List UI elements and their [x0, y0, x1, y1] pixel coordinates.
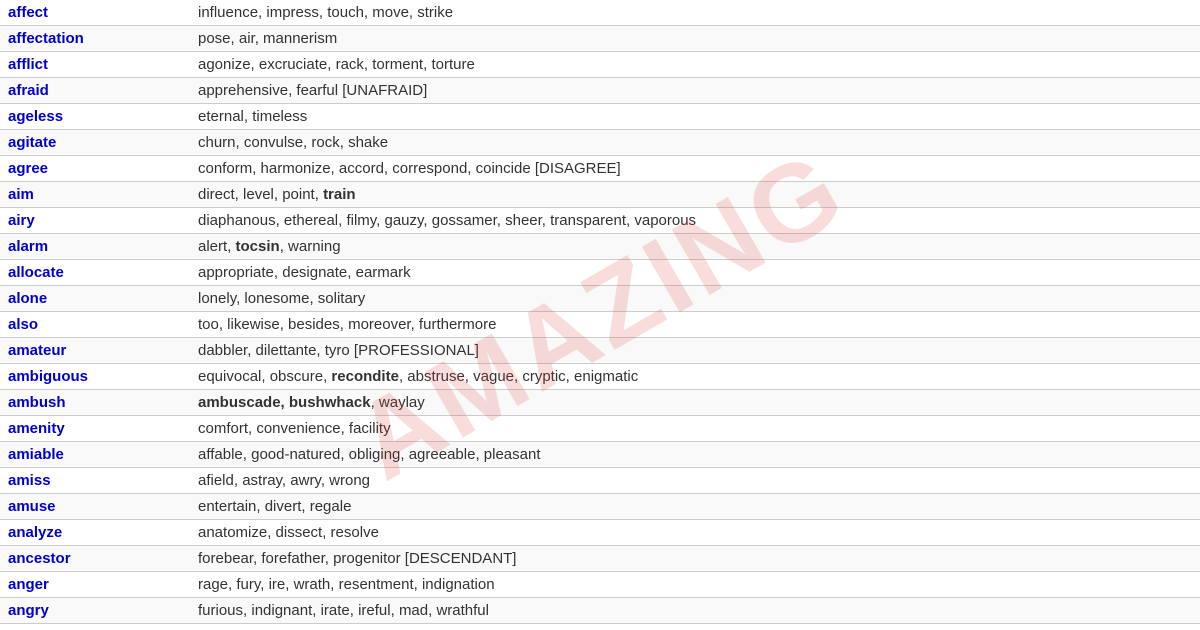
synonyms-cell: diaphanous, ethereal, filmy, gauzy, goss… — [190, 208, 1200, 234]
word-cell: aim — [0, 182, 190, 208]
synonyms-cell: agonize, excruciate, rack, torment, tort… — [190, 52, 1200, 78]
word-cell: analyze — [0, 520, 190, 546]
synonyms-cell: entertain, divert, regale — [190, 494, 1200, 520]
word-cell: anger — [0, 572, 190, 598]
word-cell: agitate — [0, 130, 190, 156]
word-cell: affectation — [0, 26, 190, 52]
table-row: airydiaphanous, ethereal, filmy, gauzy, … — [0, 208, 1200, 234]
synonyms-cell: lonely, lonesome, solitary — [190, 286, 1200, 312]
table-row: angryfurious, indignant, irate, ireful, … — [0, 598, 1200, 624]
table-row: alsotoo, likewise, besides, moreover, fu… — [0, 312, 1200, 338]
word-cell: alone — [0, 286, 190, 312]
table-row: alonelonely, lonesome, solitary — [0, 286, 1200, 312]
word-cell: angry — [0, 598, 190, 624]
table-row: agitatechurn, convulse, rock, shake — [0, 130, 1200, 156]
table-row: agelesseternal, timeless — [0, 104, 1200, 130]
synonyms-cell: afield, astray, awry, wrong — [190, 468, 1200, 494]
synonyms-cell: pose, air, mannerism — [190, 26, 1200, 52]
synonyms-cell: conform, harmonize, accord, correspond, … — [190, 156, 1200, 182]
word-cell: amiss — [0, 468, 190, 494]
table-row: amateurdabbler, dilettante, tyro [PROFES… — [0, 338, 1200, 364]
table-row: amenitycomfort, convenience, facility — [0, 416, 1200, 442]
word-cell: afraid — [0, 78, 190, 104]
word-cell: ambiguous — [0, 364, 190, 390]
thesaurus-table: affectinfluence, impress, touch, move, s… — [0, 0, 1200, 630]
table-row: announceadvertise, broadcast, declar, pr… — [0, 624, 1200, 630]
word-cell: allocate — [0, 260, 190, 286]
synonyms-cell: rage, fury, ire, wrath, resentment, indi… — [190, 572, 1200, 598]
table-row: alarmalert, tocsin, warning — [0, 234, 1200, 260]
synonyms-cell: direct, level, point, train — [190, 182, 1200, 208]
word-cell: ageless — [0, 104, 190, 130]
synonyms-cell: advertise, broadcast, declar, proclaim, … — [190, 624, 1200, 630]
table-row: ancestorforebear, forefather, progenitor… — [0, 546, 1200, 572]
word-cell: amenity — [0, 416, 190, 442]
synonyms-cell: influence, impress, touch, move, strike — [190, 0, 1200, 26]
table-row: aimdirect, level, point, train — [0, 182, 1200, 208]
synonyms-cell: eternal, timeless — [190, 104, 1200, 130]
table-row: ambiguousequivocal, obscure, recondite, … — [0, 364, 1200, 390]
word-cell: also — [0, 312, 190, 338]
table-row: allocateappropriate, designate, earmark — [0, 260, 1200, 286]
word-cell: ambush — [0, 390, 190, 416]
table-row: amiableaffable, good-natured, obliging, … — [0, 442, 1200, 468]
table-row: angerrage, fury, ire, wrath, resentment,… — [0, 572, 1200, 598]
synonyms-cell: furious, indignant, irate, ireful, mad, … — [190, 598, 1200, 624]
word-cell: agree — [0, 156, 190, 182]
word-cell: afflict — [0, 52, 190, 78]
table-row: afflictagonize, excruciate, rack, tormen… — [0, 52, 1200, 78]
synonyms-cell: anatomize, dissect, resolve — [190, 520, 1200, 546]
thesaurus-table-container: AMAZING affectinfluence, impress, touch,… — [0, 0, 1200, 630]
synonyms-cell: affable, good-natured, obliging, agreeab… — [190, 442, 1200, 468]
table-row: amissafield, astray, awry, wrong — [0, 468, 1200, 494]
synonyms-cell: comfort, convenience, facility — [190, 416, 1200, 442]
table-row: amuseentertain, divert, regale — [0, 494, 1200, 520]
table-row: afraidapprehensive, fearful [UNAFRAID] — [0, 78, 1200, 104]
synonyms-cell: churn, convulse, rock, shake — [190, 130, 1200, 156]
word-cell: amiable — [0, 442, 190, 468]
word-cell: airy — [0, 208, 190, 234]
word-cell: ancestor — [0, 546, 190, 572]
word-cell: amuse — [0, 494, 190, 520]
synonyms-cell: forebear, forefather, progenitor [DESCEN… — [190, 546, 1200, 572]
word-cell: alarm — [0, 234, 190, 260]
word-cell: announce — [0, 624, 190, 630]
table-row: affectationpose, air, mannerism — [0, 26, 1200, 52]
table-row: agreeconform, harmonize, accord, corresp… — [0, 156, 1200, 182]
table-row: analyzeanatomize, dissect, resolve — [0, 520, 1200, 546]
table-row: ambushambuscade, bushwhack, waylay — [0, 390, 1200, 416]
synonyms-cell: too, likewise, besides, moreover, furthe… — [190, 312, 1200, 338]
synonyms-cell: equivocal, obscure, recondite, abstruse,… — [190, 364, 1200, 390]
table-row: affectinfluence, impress, touch, move, s… — [0, 0, 1200, 26]
synonyms-cell: alert, tocsin, warning — [190, 234, 1200, 260]
synonyms-cell: dabbler, dilettante, tyro [PROFESSIONAL] — [190, 338, 1200, 364]
word-cell: affect — [0, 0, 190, 26]
synonyms-cell: appropriate, designate, earmark — [190, 260, 1200, 286]
synonyms-cell: apprehensive, fearful [UNAFRAID] — [190, 78, 1200, 104]
synonyms-cell: ambuscade, bushwhack, waylay — [190, 390, 1200, 416]
word-cell: amateur — [0, 338, 190, 364]
